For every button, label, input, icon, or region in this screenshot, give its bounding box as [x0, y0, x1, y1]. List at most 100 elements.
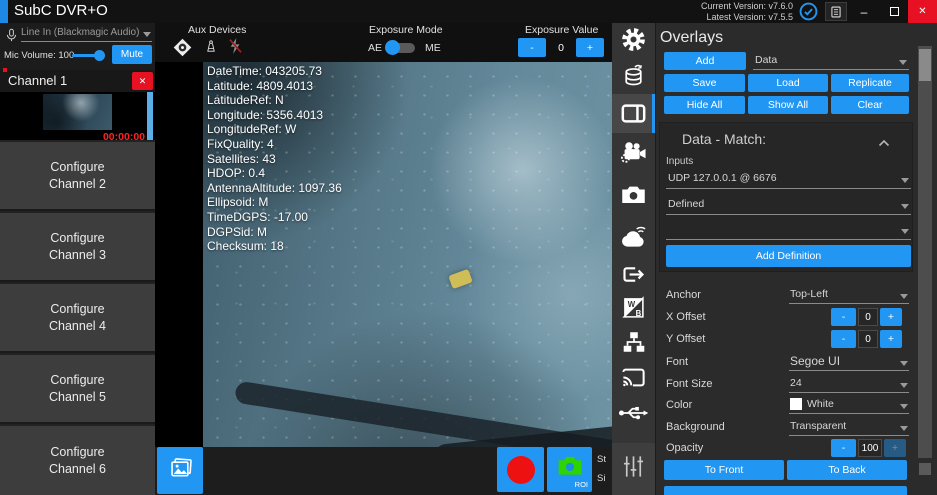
mute-button[interactable]: Mute [112, 45, 152, 64]
configure-channel-4-label: Configure Channel 4 [38, 301, 118, 335]
font-label: Font [666, 356, 688, 368]
usb-devices-icon[interactable] [612, 404, 655, 422]
to-back-button[interactable]: To Back [787, 460, 907, 480]
clipped-bottom-button[interactable] [664, 486, 907, 495]
close-button[interactable]: ✕ [908, 0, 937, 23]
replicate-button[interactable]: Replicate [831, 74, 909, 92]
audio-device-select[interactable]: Line In (Blackmagic Audio) [21, 25, 152, 42]
y-offset-increase-button[interactable]: + [880, 330, 902, 348]
adjustments-panel [612, 443, 655, 495]
overlay-line: Satellites: 43 [207, 152, 342, 167]
exposure-decrease-button[interactable]: - [518, 38, 546, 57]
configure-channel-4-button[interactable]: Configure Channel 4 [0, 284, 155, 353]
x-offset-decrease-button[interactable]: - [831, 308, 856, 326]
update-check-icon[interactable] [796, 0, 820, 23]
channel1-close-button[interactable]: ✕ [132, 72, 153, 90]
hide-all-button[interactable]: Hide All [664, 96, 745, 114]
to-front-button[interactable]: To Front [664, 460, 784, 480]
y-offset-decrease-button[interactable]: - [831, 330, 856, 348]
gallery-button[interactable] [157, 447, 203, 494]
snapshot-camera-icon[interactable] [612, 183, 655, 206]
font-size-value: 24 [790, 377, 802, 389]
scrollbar-thumb[interactable] [919, 49, 931, 81]
font-size-select[interactable]: 24 [789, 375, 909, 393]
panel-scrollbar[interactable] [918, 46, 932, 458]
y-offset-value[interactable]: 0 [858, 330, 878, 348]
bottom-strip: ROI St Si [155, 447, 612, 495]
configure-channel-3-button[interactable]: Configure Channel 3 [0, 213, 155, 282]
collapse-chevron-icon[interactable] [878, 134, 890, 152]
beacon-icon[interactable] [204, 36, 218, 62]
configure-channel-5-button[interactable]: Configure Channel 5 [0, 355, 155, 424]
opacity-decrease-button[interactable]: - [831, 439, 856, 457]
flash-disabled-icon[interactable] [226, 35, 245, 62]
window-title: SubC DVR+O [14, 2, 108, 19]
maximize-button[interactable] [880, 0, 908, 23]
background-label: Background [666, 421, 725, 433]
roi-camera-icon [555, 453, 585, 480]
cloud-signal-icon[interactable] [612, 225, 655, 250]
opacity-increase-button[interactable]: + [884, 439, 906, 457]
color-swatch [790, 398, 802, 410]
channel1-preview-strip[interactable]: 00:00:00 [0, 92, 155, 140]
data-match-section: Data - Match: Inputs UDP 127.0.0.1 @ 667… [659, 122, 913, 272]
adjustment-sliders-icon[interactable] [620, 453, 647, 485]
minimize-button[interactable]: – [850, 0, 878, 23]
overlay-line: Latitude: 4809.4013 [207, 79, 342, 94]
font-select[interactable]: Segoe UI [789, 353, 909, 371]
color-select[interactable]: White [789, 396, 909, 414]
roi-snapshot-button[interactable]: ROI [547, 447, 592, 492]
video-camera-settings-icon[interactable] [612, 139, 655, 166]
add-definition-button[interactable]: Add Definition [666, 245, 911, 267]
x-offset-value[interactable]: 0 [858, 308, 878, 326]
exposure-mode-toggle[interactable] [387, 43, 415, 53]
configure-channel-2-button[interactable]: Configure Channel 2 [0, 142, 155, 211]
toggle-knob [385, 40, 400, 55]
data-storage-icon[interactable] [612, 62, 655, 88]
property-row-anchor: Anchor Top-Left [656, 286, 916, 306]
left-sidebar: Line In (Blackmagic Audio) Mic Volume: 1… [0, 23, 155, 495]
clear-button[interactable]: Clear [831, 96, 909, 114]
show-all-button[interactable]: Show All [748, 96, 828, 114]
video-viewport[interactable]: DateTime: 043205.73 Latitude: 4809.4013 … [203, 62, 612, 447]
property-row-opacity: Opacity - 100 + [656, 439, 916, 459]
definition-select[interactable] [666, 220, 911, 240]
compass-diamond-icon[interactable] [170, 36, 195, 64]
x-offset-increase-button[interactable]: + [880, 308, 902, 326]
save-button[interactable]: Save [664, 74, 745, 92]
overlay-line: DateTime: 043205.73 [207, 64, 342, 79]
mic-volume-slider[interactable] [72, 54, 100, 57]
defined-select[interactable]: Defined [666, 195, 911, 215]
add-overlay-button[interactable]: Add [664, 52, 746, 70]
exposure-increase-button[interactable]: + [576, 38, 604, 57]
load-button[interactable]: Load [748, 74, 828, 92]
input-source-select[interactable]: UDP 127.0.0.1 @ 6676 [666, 169, 911, 189]
configure-channel-6-button[interactable]: Configure Channel 6 [0, 426, 155, 495]
network-icon[interactable] [612, 329, 655, 355]
background-select[interactable]: Transparent [789, 418, 909, 436]
changelog-book-icon[interactable] [825, 2, 847, 21]
opacity-value[interactable]: 100 [858, 439, 882, 457]
chevron-down-icon [901, 178, 909, 183]
overlay-line: LongitudeRef: W [207, 122, 342, 137]
channel-list-scrollbar[interactable] [147, 92, 153, 140]
settings-gear-icon[interactable] [612, 26, 655, 53]
chevron-down-icon [899, 60, 907, 65]
overlay-line: Ellipsoid: M [207, 195, 342, 210]
scrollbar-end-button[interactable] [919, 463, 931, 475]
screen-cast-icon[interactable] [612, 364, 655, 391]
export-icon[interactable] [612, 261, 655, 288]
telemetry-overlay: DateTime: 043205.73 Latitude: 4809.4013 … [207, 64, 342, 254]
audio-panel: Line In (Blackmagic Audio) Mic Volume: 1… [0, 23, 155, 70]
anchor-select[interactable]: Top-Left [789, 286, 909, 304]
x-offset-label: X Offset [666, 311, 706, 323]
chevron-down-icon [900, 361, 908, 366]
white-balance-icon[interactable]: WB [612, 295, 655, 320]
overlay-line: FixQuality: 4 [207, 137, 342, 152]
record-button[interactable] [497, 447, 544, 492]
defined-value: Defined [668, 198, 704, 210]
slider-knob[interactable] [94, 50, 105, 61]
overlays-title: Overlays [660, 29, 723, 47]
overlay-layout-icon[interactable] [612, 100, 655, 127]
overlay-type-select[interactable]: Data [753, 52, 909, 70]
